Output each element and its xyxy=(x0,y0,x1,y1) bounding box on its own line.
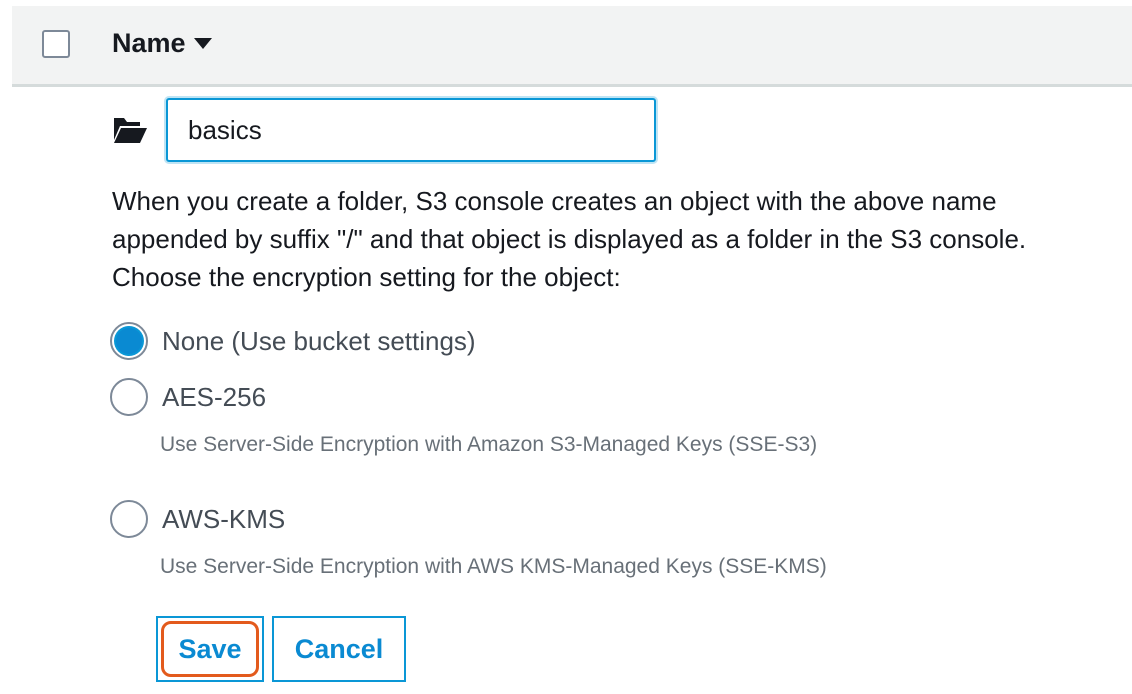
encryption-option-aes256[interactable]: AES-256 xyxy=(110,378,266,416)
encryption-option-none[interactable]: None (Use bucket settings) xyxy=(110,322,476,360)
cancel-button[interactable]: Cancel xyxy=(272,616,406,682)
radio-kms[interactable] xyxy=(110,500,148,538)
radio-none[interactable] xyxy=(110,322,148,360)
caret-down-icon xyxy=(193,37,212,49)
folder-name-input[interactable] xyxy=(166,98,656,162)
folder-open-icon xyxy=(114,118,147,143)
save-button[interactable]: Save xyxy=(156,616,264,682)
hint-kms: Use Server-Side Encryption with AWS KMS-… xyxy=(160,555,827,578)
radio-label-none: None (Use bucket settings) xyxy=(162,325,476,356)
select-all-checkbox[interactable] xyxy=(42,30,70,58)
radio-label-kms: AWS-KMS xyxy=(162,503,286,534)
folder-description: When you create a folder, S3 console cre… xyxy=(112,186,1027,292)
table-header: Name xyxy=(12,6,1132,87)
save-button-label: Save xyxy=(178,633,242,664)
radio-aes256[interactable] xyxy=(110,378,148,416)
name-column-header[interactable]: Name xyxy=(112,28,212,59)
encryption-option-kms[interactable]: AWS-KMS xyxy=(110,500,285,538)
hint-aes256: Use Server-Side Encryption with Amazon S… xyxy=(160,433,818,456)
radio-label-aes256: AES-256 xyxy=(162,381,267,412)
name-column-label: Name xyxy=(112,28,186,58)
